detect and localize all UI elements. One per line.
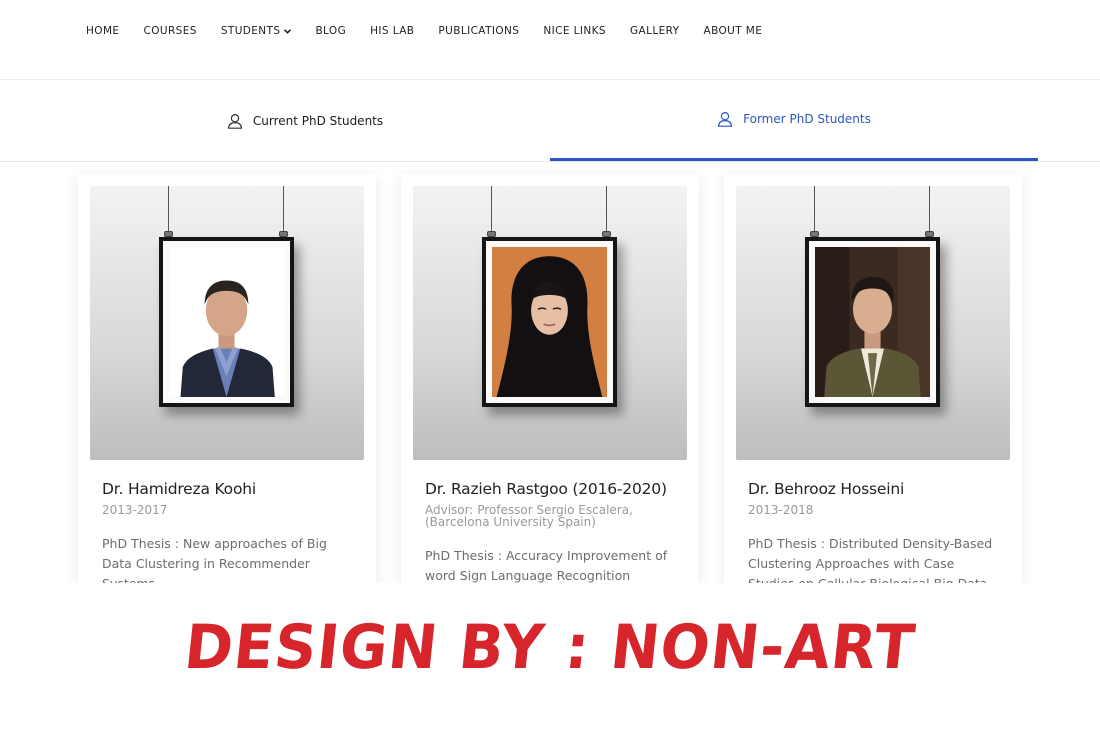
student-card[interactable]: Dr. Hamidreza Koohi 2013-2017 PhD Thesis…: [78, 174, 376, 594]
nav-item-label: HIS LAB: [370, 25, 415, 37]
user-icon: [227, 113, 243, 129]
student-name: Dr. Razieh Rastgoo (2016-2020): [425, 480, 667, 498]
nav-item-his-lab[interactable]: HIS LAB: [370, 24, 414, 38]
design-credit-banner: DESIGN BY : NON-ART: [0, 583, 1100, 750]
student-name: Dr. Behrooz Hosseini: [748, 480, 905, 498]
nav-item-label: NICE LINKS: [543, 25, 606, 37]
nav-item-label: PUBLICATIONS: [438, 25, 520, 37]
picture-frame: [159, 237, 294, 407]
frame-wire: [814, 186, 815, 234]
picture-frame: [482, 237, 617, 407]
nav-item-label: ABOUT ME: [703, 25, 763, 37]
hanging-frame-photo: [736, 186, 1010, 460]
nav-item-courses[interactable]: COURSES: [143, 24, 196, 38]
frame-wire: [606, 186, 607, 234]
portrait-photo: [169, 247, 284, 397]
portrait-photo: [815, 247, 930, 397]
frame-wire: [168, 186, 169, 234]
student-advisor: Advisor: Professor Sergio Escalera, (Bar…: [425, 503, 633, 529]
student-tabs: Current PhD Students Former PhD Students: [0, 80, 1100, 162]
nav-menu: HOME COURSES STUDENTS BLOG HIS LAB PUBLI…: [86, 24, 786, 38]
frame-wire: [929, 186, 930, 234]
chevron-down-icon: [284, 28, 292, 34]
tab-former-phd-students[interactable]: Former PhD Students: [550, 80, 1038, 161]
nav-item-label: HOME: [86, 25, 120, 37]
tab-label: Former PhD Students: [743, 112, 871, 126]
nav-item-home[interactable]: HOME: [86, 24, 119, 38]
nav-item-label: BLOG: [315, 25, 347, 37]
frame-wire: [283, 186, 284, 234]
student-thesis: PhD Thesis : Accuracy Improvement of wor…: [425, 548, 668, 583]
tab-current-phd-students[interactable]: Current PhD Students: [60, 80, 550, 161]
nav-item-publications[interactable]: PUBLICATIONS: [438, 24, 519, 38]
nav-item-gallery[interactable]: GALLERY: [630, 24, 680, 38]
student-card[interactable]: Dr. Behrooz Hosseini 2013-2018 PhD Thesi…: [724, 174, 1022, 594]
nav-item-label: COURSES: [143, 25, 197, 37]
nav-item-label: GALLERY: [629, 25, 680, 37]
student-card[interactable]: Dr. Razieh Rastgoo (2016-2020) Advisor: …: [401, 174, 699, 594]
tab-label: Current PhD Students: [252, 113, 384, 128]
picture-frame: [805, 237, 940, 407]
user-icon: [717, 111, 733, 127]
top-navigation: HOME COURSES STUDENTS BLOG HIS LAB PUBLI…: [0, 0, 1100, 80]
nav-item-nice-links[interactable]: NICE LINKS: [543, 24, 606, 38]
hanging-frame-photo: [413, 186, 687, 460]
student-years: 2013-2017: [102, 503, 168, 517]
frame-wire: [491, 186, 492, 234]
nav-item-blog[interactable]: BLOG: [315, 24, 346, 38]
nav-item-label: STUDENTS: [220, 25, 281, 37]
hanging-frame-photo: [90, 186, 364, 460]
student-name: Dr. Hamidreza Koohi: [102, 480, 256, 498]
student-years: 2013-2018: [748, 503, 814, 517]
design-credit-text: DESIGN BY : NON-ART: [181, 611, 919, 683]
portrait-photo: [492, 247, 607, 397]
nav-item-students[interactable]: STUDENTS: [221, 24, 292, 38]
nav-item-about-me[interactable]: ABOUT ME: [703, 24, 762, 38]
